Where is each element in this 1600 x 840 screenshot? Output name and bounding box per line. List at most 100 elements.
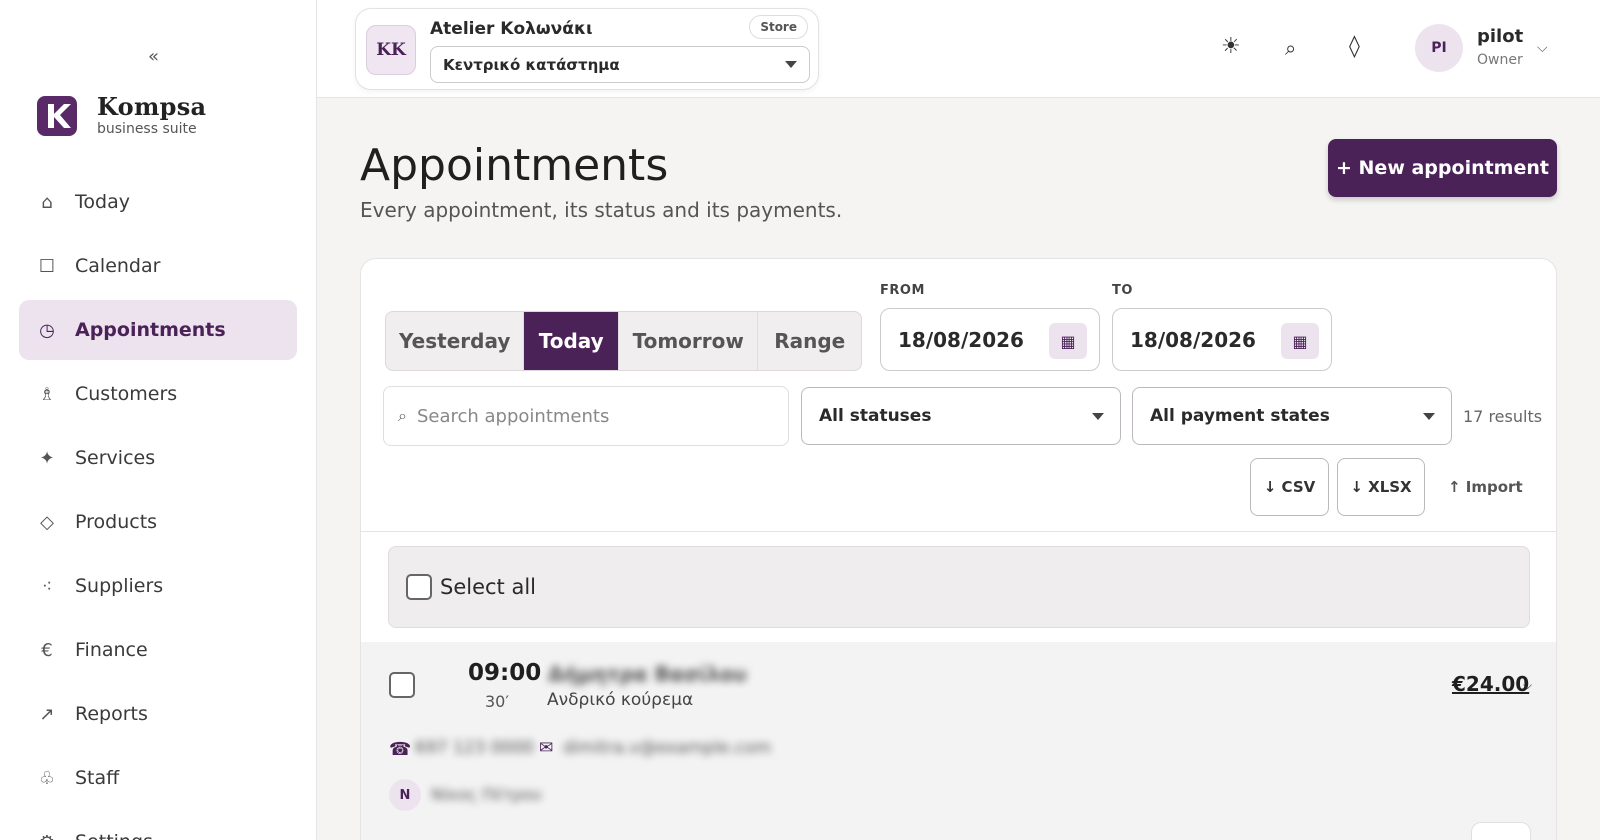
sidebar-item-label: Services: [75, 447, 156, 469]
sidebar-item-label: Today: [75, 191, 130, 213]
appointment-time: 09:00: [468, 660, 542, 686]
sidebar-item-staff[interactable]: ♧ Staff: [19, 748, 297, 808]
collapse-sidebar-button[interactable]: «: [148, 46, 159, 67]
user-role: Owner: [1477, 52, 1523, 68]
sidebar-item-settings[interactable]: ⚙ Settings: [19, 812, 297, 840]
to-date-field[interactable]: 18/08/2026 ▦: [1112, 308, 1332, 371]
chevron-down-icon[interactable]: ⌵: [1537, 40, 1548, 56]
from-date-value: 18/08/2026: [898, 327, 1024, 352]
segment-yesterday[interactable]: Yesterday: [386, 312, 525, 370]
arrow-up-right-icon: ↗: [39, 703, 55, 725]
page-title: Appointments: [360, 140, 669, 191]
status-filter-value: All statuses: [819, 406, 932, 426]
calendar-icon[interactable]: ▦: [1281, 323, 1319, 359]
brand[interactable]: Kompsa business suite: [37, 94, 206, 137]
import-button[interactable]: ↑ Import: [1448, 478, 1523, 496]
select-all-label: Select all: [440, 575, 536, 599]
to-date-value: 18/08/2026: [1130, 327, 1256, 352]
diamond-icon[interactable]: ◊: [1349, 34, 1360, 59]
store-switcher[interactable]: KK Atelier Κολωνάκι Store Κεντρικό κατάσ…: [355, 8, 819, 90]
avatar[interactable]: PI: [1415, 24, 1463, 72]
store-location-value: Κεντρικό κατάστημα: [443, 55, 620, 74]
segment-tomorrow[interactable]: Tomorrow: [619, 312, 759, 370]
appointments-panel: Yesterday Today Tomorrow Range FROM 18/0…: [360, 258, 1557, 840]
staff-avatar: N: [389, 779, 421, 811]
topbar: KK Atelier Κολωνάκι Store Κεντρικό κατάσ…: [317, 0, 1600, 98]
sun-icon[interactable]: ☀: [1221, 34, 1241, 59]
euro-icon: €: [41, 639, 53, 661]
sidebar-item-label: Reports: [75, 703, 148, 725]
export-xlsx-button[interactable]: ↓ XLSX: [1337, 458, 1425, 516]
customer-icon: ♗: [38, 383, 56, 405]
segment-range[interactable]: Range: [758, 312, 861, 370]
sparkle-icon: ✦: [39, 447, 55, 469]
staff-name: Νίκος Πέτρου: [431, 785, 542, 804]
user-name[interactable]: pilot: [1477, 26, 1523, 47]
status-filter-select[interactable]: All statuses: [801, 387, 1121, 445]
table-row[interactable]: 09:00 30′ Δήμητρα Βασίλου Ανδρικό κούρεμ…: [361, 642, 1556, 840]
sidebar-item-calendar[interactable]: ☐ Calendar: [19, 236, 297, 296]
sidebar-item-products[interactable]: ◇ Products: [19, 492, 297, 552]
staff-icon: ♧: [38, 767, 56, 789]
kompsa-logo-icon: [37, 95, 77, 136]
sidebar-item-label: Appointments: [75, 319, 226, 341]
row-action-button[interactable]: [1471, 822, 1531, 840]
calendar-icon[interactable]: ▦: [1049, 323, 1087, 359]
sidebar: « Kompsa business suite ⌂ Today ☐ Calend…: [0, 0, 317, 840]
caret-down-icon: [1423, 412, 1435, 420]
customer-email[interactable]: dimitra.v@example.com: [563, 738, 771, 758]
customer-phone[interactable]: 697 123 0000: [415, 738, 534, 758]
sidebar-item-customers[interactable]: ♗ Customers: [19, 364, 297, 424]
sidebar-item-label: Staff: [75, 767, 120, 789]
select-all-checkbox[interactable]: [406, 574, 432, 600]
diamond-icon: ◇: [40, 511, 54, 533]
brand-subtitle: business suite: [97, 121, 197, 137]
export-csv-button[interactable]: ↓ CSV: [1250, 458, 1329, 516]
sidebar-item-label: Suppliers: [75, 575, 164, 597]
chevron-down-icon[interactable]: ⌵: [1523, 678, 1532, 693]
row-checkbox[interactable]: [389, 672, 415, 698]
store-avatar: KK: [366, 25, 416, 75]
date-segment-control: Yesterday Today Tomorrow Range: [385, 311, 862, 371]
store-location-select[interactable]: Κεντρικό κατάστημα: [430, 46, 810, 83]
sidebar-item-label: Calendar: [75, 255, 161, 277]
search-input[interactable]: ⌕ Search appointments: [383, 386, 789, 446]
sidebar-item-label: Products: [75, 511, 158, 533]
caret-down-icon: [785, 61, 797, 68]
from-label: FROM: [880, 283, 925, 298]
store-name: Atelier Κολωνάκι: [430, 19, 593, 39]
home-icon: ⌂: [41, 191, 53, 213]
sidebar-item-label: Customers: [75, 383, 178, 405]
from-date-field[interactable]: 18/08/2026 ▦: [880, 308, 1100, 371]
sidebar-item-label: Settings: [75, 831, 153, 840]
phone-icon: ☎: [389, 739, 412, 760]
service-name: Ανδρικό κούρεμα: [547, 690, 694, 710]
sidebar-item-today[interactable]: ⌂ Today: [19, 172, 297, 232]
search-placeholder: Search appointments: [416, 405, 610, 427]
appointment-price[interactable]: €24.00: [1452, 672, 1529, 696]
calendar-icon: ☐: [38, 255, 56, 277]
search-icon: ⌕: [398, 406, 407, 425]
new-appointment-button[interactable]: + New appointment: [1328, 139, 1557, 197]
payment-filter-value: All payment states: [1150, 406, 1330, 426]
search-icon[interactable]: ⌕: [1285, 36, 1296, 60]
sidebar-item-services[interactable]: ✦ Services: [19, 428, 297, 488]
page-subtitle: Every appointment, its status and its pa…: [360, 198, 843, 222]
results-count: 17 results: [1463, 407, 1543, 426]
divider: [361, 531, 1556, 532]
payment-filter-select[interactable]: All payment states: [1132, 387, 1452, 445]
sidebar-item-finance[interactable]: € Finance: [19, 620, 297, 680]
sidebar-item-label: Finance: [75, 639, 148, 661]
store-badge: Store: [749, 15, 808, 39]
to-label: TO: [1112, 283, 1133, 298]
caret-down-icon: [1092, 412, 1104, 420]
brand-name: Kompsa: [97, 92, 207, 121]
sidebar-item-reports[interactable]: ↗ Reports: [19, 684, 297, 744]
sidebar-item-suppliers[interactable]: ⁖ Suppliers: [19, 556, 297, 616]
dots-icon: ⁖: [41, 575, 53, 597]
sidebar-item-appointments[interactable]: ◷ Appointments: [19, 300, 297, 360]
customer-name[interactable]: Δήμητρα Βασίλου: [548, 662, 747, 686]
sidebar-nav: ⌂ Today ☐ Calendar ◷ Appointments ♗ Cust…: [19, 172, 297, 840]
segment-today[interactable]: Today: [524, 312, 620, 370]
select-all-bar[interactable]: Select all: [388, 546, 1530, 628]
